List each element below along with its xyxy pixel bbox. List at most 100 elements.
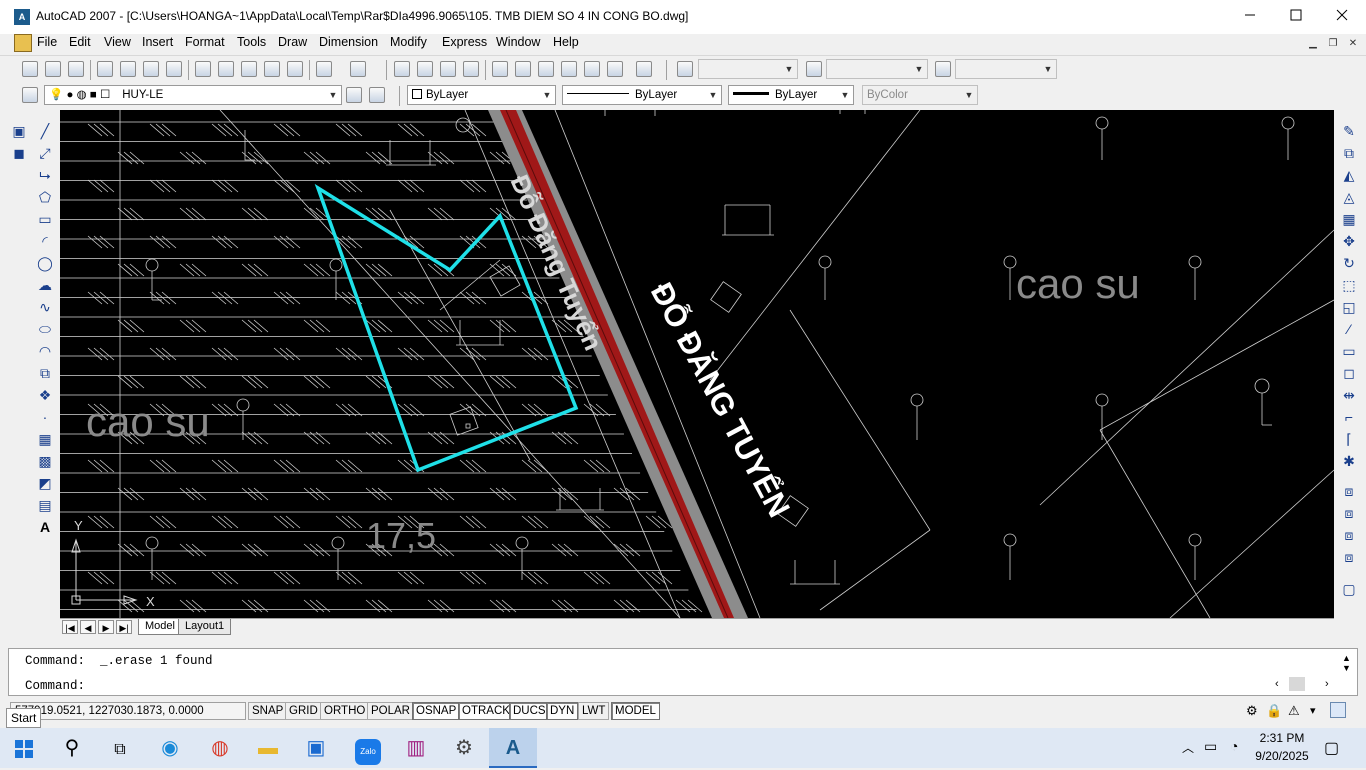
lwt-toggle[interactable]: LWT (578, 702, 610, 720)
polygon-icon[interactable]: ⬠ (36, 188, 54, 206)
trays-settings-icon[interactable]: ⚠ (1288, 703, 1300, 719)
windows-start-button[interactable] (0, 728, 48, 768)
zoom-window-icon[interactable] (440, 61, 456, 77)
make-block-icon[interactable]: ❖ (36, 386, 54, 404)
coordinate-readout[interactable]: 577919.0521, 1227030.1873, 0.0000 (10, 702, 246, 720)
object-snap-icon[interactable]: ▣ (10, 122, 28, 140)
circle-icon[interactable]: ◯ (36, 254, 54, 272)
fillet-icon[interactable]: ✱ (1340, 452, 1358, 470)
text-style-combo[interactable]: ▼ (698, 59, 798, 79)
osnap-toggle[interactable]: OSNAP (412, 702, 461, 720)
table-icon[interactable]: ▤ (36, 496, 54, 514)
redo-icon[interactable] (350, 61, 366, 77)
color-combo[interactable]: ByLayer ▼ (407, 85, 556, 105)
chrome-taskbar-app[interactable]: ◍ (196, 728, 244, 768)
wifi-icon[interactable]: ◔ (1230, 738, 1238, 754)
copy-icon[interactable] (218, 61, 234, 77)
menu-draw[interactable]: Draw (278, 35, 307, 49)
table-style-combo[interactable]: ▼ (955, 59, 1057, 79)
construction-line-icon[interactable]: ⤢ (36, 144, 54, 162)
text-style-icon[interactable] (677, 61, 693, 77)
menu-file[interactable]: File (37, 35, 57, 49)
layer-previous-icon[interactable] (369, 87, 385, 103)
menu-view[interactable]: View (104, 35, 131, 49)
linetype-combo[interactable]: ByLayer ▼ (562, 85, 722, 105)
tool-palettes-icon[interactable] (538, 61, 554, 77)
draw-order-icon[interactable]: ⧈ (1340, 482, 1358, 500)
undo-icon[interactable] (316, 61, 332, 77)
table-style-icon[interactable] (935, 61, 951, 77)
insert-block-icon[interactable]: ⧉ (36, 364, 54, 382)
grid-toggle[interactable]: GRID (285, 702, 322, 720)
erase-icon[interactable]: ✎ (1340, 122, 1358, 140)
3d-dwf-icon[interactable] (166, 61, 182, 77)
markup-icon[interactable] (584, 61, 600, 77)
edge-taskbar-app[interactable]: ◉ (146, 728, 194, 768)
offset-icon[interactable]: ◬ (1340, 188, 1358, 206)
autocad-taskbar-app[interactable]: A (489, 728, 537, 768)
doc-restore-button[interactable]: ❐ (1326, 37, 1340, 51)
properties-icon[interactable] (492, 61, 508, 77)
clean-screen-icon[interactable] (1330, 702, 1346, 718)
break-at-point-icon[interactable]: ◻ (1340, 364, 1358, 382)
maximize-button[interactable] (1273, 0, 1319, 34)
menu-tools[interactable]: Tools (237, 35, 266, 49)
minimize-button[interactable] (1227, 0, 1273, 34)
publish-icon[interactable] (143, 61, 159, 77)
ellipse-arc-icon[interactable]: ◠ (36, 342, 54, 360)
toolbar-lock-icon[interactable]: 🔒 (1266, 703, 1282, 719)
scroll-left-icon[interactable]: ‹ (1275, 678, 1279, 690)
menu-dimension[interactable]: Dimension (319, 35, 378, 49)
open-icon[interactable] (45, 61, 61, 77)
next-tab-button[interactable]: ▶ (98, 620, 114, 634)
command-prompt[interactable]: Command: (25, 679, 85, 693)
dyn-toggle[interactable]: DYN (546, 702, 579, 720)
otrack-toggle[interactable]: OTRACK (458, 702, 514, 720)
polyline-icon[interactable]: ⮡ (36, 166, 54, 184)
revision-cloud-icon[interactable]: ☁ (36, 276, 54, 294)
status-menu-icon[interactable]: ▾ (1310, 704, 1316, 717)
communication-center-icon[interactable]: ⚙ (1246, 703, 1258, 719)
view-icon[interactable]: ▢ (1340, 580, 1358, 598)
pan-realtime-icon[interactable] (394, 61, 410, 77)
tab-model[interactable]: Model (138, 619, 182, 635)
rotate-icon[interactable]: ↻ (1340, 254, 1358, 272)
autocad-app-icon[interactable]: A (14, 9, 30, 25)
task-view-button[interactable]: ⧉ (96, 728, 144, 768)
menu-format[interactable]: Format (185, 35, 225, 49)
menu-window[interactable]: Window (496, 35, 540, 49)
new-icon[interactable] (22, 61, 38, 77)
zoom-previous-icon[interactable] (463, 61, 479, 77)
polar-toggle[interactable]: POLAR (367, 702, 414, 720)
snap-toggle[interactable]: SNAP (248, 702, 288, 720)
doc-close-button[interactable]: ✕ (1346, 37, 1360, 51)
move-icon[interactable]: ✥ (1340, 232, 1358, 250)
file-explorer-taskbar-app[interactable]: ▬ (244, 728, 292, 768)
store-taskbar-app[interactable]: ▣ (292, 728, 340, 768)
cut-icon[interactable] (195, 61, 211, 77)
point-icon[interactable]: · (36, 408, 54, 426)
sheet-set-icon[interactable] (561, 61, 577, 77)
plot-icon[interactable] (97, 61, 113, 77)
close-button[interactable] (1319, 0, 1365, 34)
menu-modify[interactable]: Modify (390, 35, 427, 49)
scroll-down-icon[interactable]: ▼ (1342, 663, 1351, 673)
drawing-document-icon[interactable] (14, 34, 32, 52)
command-window[interactable]: Command: _.erase 1 found Command: ▲ ▼ ‹ … (8, 648, 1358, 696)
region-icon[interactable]: ◩ (36, 474, 54, 492)
scale-icon[interactable]: ⬚ (1340, 276, 1358, 294)
notification-icon[interactable]: ▢ (1324, 738, 1339, 758)
hatch-icon[interactable]: ▦ (36, 430, 54, 448)
trim-icon[interactable]: ⁄ (1340, 320, 1358, 338)
make-layer-current-icon[interactable] (346, 87, 362, 103)
block-editor-icon[interactable] (287, 61, 303, 77)
object-snap-2-icon[interactable]: ◼ (10, 144, 28, 162)
first-tab-button[interactable]: |◀ (62, 620, 78, 634)
break-icon[interactable]: ⇹ (1340, 386, 1358, 404)
lineweight-combo[interactable]: ByLayer ▼ (728, 85, 854, 105)
ducs-toggle[interactable]: DUCS (509, 702, 550, 720)
prev-tab-button[interactable]: ◀ (80, 620, 96, 634)
join-icon[interactable]: ⌐ (1340, 408, 1358, 426)
draw-order-2-icon[interactable]: ⧈ (1340, 504, 1358, 522)
mirror-icon[interactable]: ◭ (1340, 166, 1358, 184)
